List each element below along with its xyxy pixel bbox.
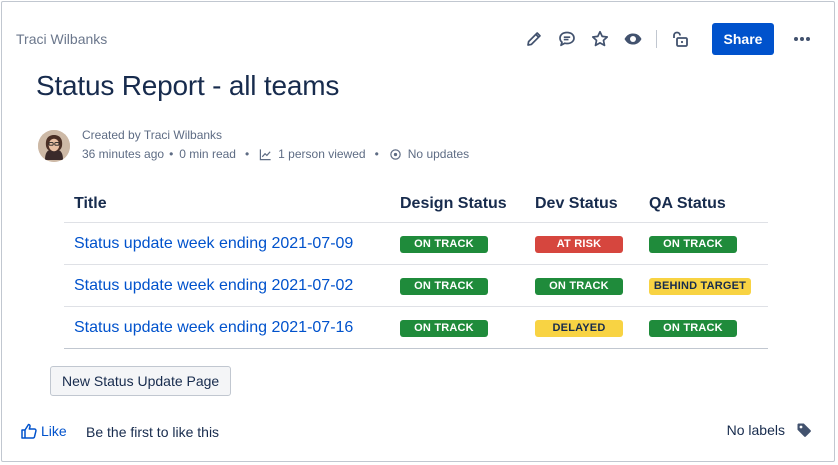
created-by-text[interactable]: Created by Traci Wilbanks — [82, 126, 469, 145]
target-icon — [390, 149, 401, 160]
dev-status-cell: ON TRACK — [525, 264, 639, 307]
status-table: Title Design Status Dev Status QA Status… — [64, 186, 768, 349]
dev-status-cell: AT RISK — [525, 222, 639, 265]
column-header-design-status: Design Status — [390, 186, 525, 223]
eye-icon[interactable] — [619, 25, 647, 53]
table-row: Status update week ending 2021-07-02 ON … — [64, 264, 768, 307]
new-status-update-page-button[interactable]: New Status Update Page — [50, 366, 232, 396]
column-header-dev-status: Dev Status — [525, 186, 639, 223]
status-lozenge: ON TRACK — [400, 278, 488, 295]
qa-status-cell: BEHIND TARGET — [639, 264, 768, 307]
created-time[interactable]: 36 minutes ago — [82, 145, 164, 164]
comment-icon[interactable] — [553, 25, 581, 53]
design-status-cell: ON TRACK — [390, 222, 525, 265]
status-lozenge: BEHIND TARGET — [649, 278, 751, 295]
page-byline: Created by Traci Wilbanks 36 minutes ago… — [82, 126, 469, 164]
status-update-link[interactable]: Status update week ending 2021-07-02 — [74, 277, 353, 294]
labels-section: No labels — [727, 422, 812, 438]
status-lozenge: ON TRACK — [400, 320, 488, 337]
pencil-icon[interactable] — [520, 25, 548, 53]
status-lozenge: ON TRACK — [649, 236, 737, 253]
share-button[interactable]: Share — [712, 23, 774, 55]
avatar[interactable] — [38, 130, 70, 162]
updates-status[interactable]: No updates — [408, 145, 469, 164]
status-lozenge: AT RISK — [535, 236, 623, 253]
table-row: Status update week ending 2021-07-16 ON … — [64, 306, 768, 349]
status-lozenge: ON TRACK — [649, 320, 737, 337]
page-title: Status Report - all teams — [36, 70, 340, 101]
viewers-count[interactable]: 1 person viewed — [278, 145, 365, 164]
toolbar-divider — [656, 30, 657, 48]
thumbs-up-icon — [21, 423, 37, 439]
table-row: Status update week ending 2021-07-09 ON … — [64, 222, 768, 265]
separator-dot: • — [169, 147, 174, 161]
design-status-cell: ON TRACK — [390, 306, 525, 349]
dev-status-cell: DELAYED — [525, 306, 639, 349]
title-cell: Status update week ending 2021-07-16 — [64, 306, 390, 349]
more-icon[interactable] — [788, 25, 816, 53]
status-lozenge: ON TRACK — [535, 278, 623, 295]
read-time: 0 min read — [179, 147, 236, 161]
table-header-row: Title Design Status Dev Status QA Status — [64, 186, 768, 223]
design-status-cell: ON TRACK — [390, 264, 525, 307]
star-icon[interactable] — [586, 25, 614, 53]
separator-dot: • — [244, 147, 250, 161]
title-cell: Status update week ending 2021-07-09 — [64, 222, 390, 265]
status-update-link[interactable]: Status update week ending 2021-07-09 — [74, 235, 353, 252]
separator-dot: • — [374, 147, 379, 161]
tag-icon[interactable] — [796, 422, 812, 438]
status-lozenge: ON TRACK — [400, 236, 488, 253]
title-cell: Status update week ending 2021-07-02 — [64, 264, 390, 307]
space-owner-name[interactable]: Traci Wilbanks — [16, 31, 107, 47]
status-lozenge: DELAYED — [535, 320, 623, 337]
column-header-qa-status: QA Status — [639, 186, 768, 223]
like-hint-text: Be the first to like this — [86, 424, 220, 440]
like-button[interactable]: Like — [20, 422, 67, 440]
no-labels-text: No labels — [726, 422, 785, 438]
qa-status-cell: ON TRACK — [639, 222, 768, 265]
like-label[interactable]: Like — [41, 423, 67, 439]
qa-status-cell: ON TRACK — [639, 306, 768, 349]
status-update-link[interactable]: Status update week ending 2021-07-16 — [74, 319, 353, 336]
analytics-icon — [259, 149, 271, 161]
page-toolbar: Share — [515, 23, 816, 55]
column-header-title: Title — [64, 186, 390, 223]
unlock-icon[interactable] — [666, 25, 694, 53]
